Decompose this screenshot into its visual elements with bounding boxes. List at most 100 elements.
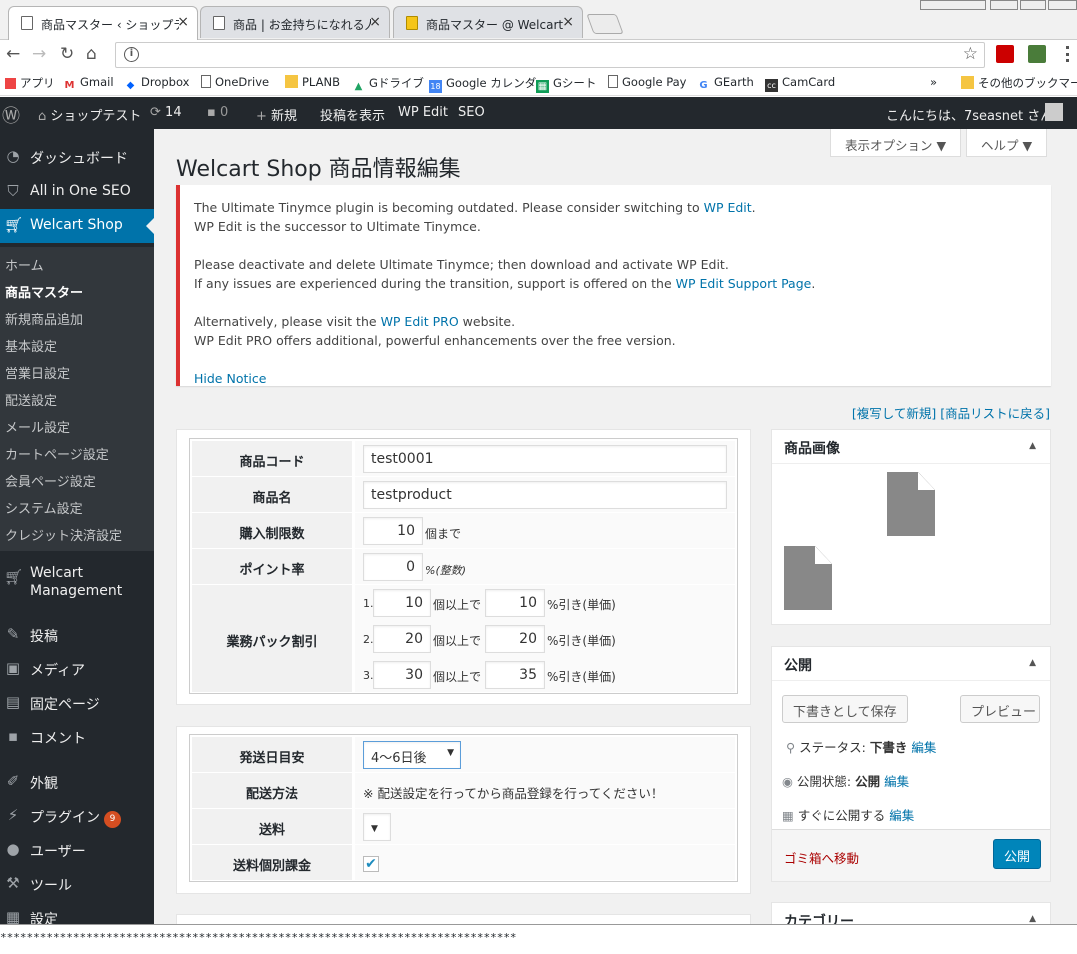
reload-icon[interactable]: ↻ <box>60 44 74 64</box>
bookmark-gpay[interactable]: Google Pay <box>608 75 686 89</box>
discount-qty-1[interactable]: 10 <box>373 589 431 617</box>
edit-schedule-link[interactable]: 編集 <box>889 808 914 823</box>
individual-fee-checkbox[interactable]: ✔ <box>363 856 379 872</box>
menu-pages[interactable]: ▤ 固定ページ <box>0 686 154 720</box>
back-icon[interactable]: ← <box>6 44 20 64</box>
submenu-system[interactable]: システム設定 <box>5 498 83 517</box>
toggle-arrow-icon[interactable]: ▲ <box>1029 658 1036 668</box>
bookmark-onedrive[interactable]: OneDrive <box>201 75 269 89</box>
menu-dashboard[interactable]: ◔ ダッシュボード <box>0 140 154 174</box>
adminbar-wpedit[interactable]: WP Edit <box>398 105 448 120</box>
bookmark-dropbox[interactable]: ◆ Dropbox <box>124 75 190 92</box>
bookmark-gearth[interactable]: G GEarth <box>697 75 753 92</box>
adminbar-updates[interactable]: ⟳ 14 <box>150 105 182 120</box>
discount-pct-2[interactable]: 20 <box>485 625 545 653</box>
adminbar-seo[interactable]: SEO <box>458 105 485 120</box>
publish-button[interactable]: 公開 <box>993 839 1042 869</box>
submenu-home[interactable]: ホーム <box>5 255 44 274</box>
discount-pct-1[interactable]: 10 <box>485 589 545 617</box>
tab-welcart[interactable]: 商品マスター @ Welcart オ × <box>393 6 583 38</box>
submenu-basic[interactable]: 基本設定 <box>5 336 57 355</box>
pdf-extension-icon[interactable] <box>996 45 1014 63</box>
submenu-business-days[interactable]: 営業日設定 <box>5 363 70 382</box>
trash-link[interactable]: ゴミ箱へ移動 <box>784 848 859 867</box>
wp-edit-link[interactable]: WP Edit <box>704 200 752 215</box>
bookmark-other[interactable]: その他のブックマーク <box>961 75 1077 91</box>
submenu-delivery[interactable]: 配送設定 <box>5 390 57 409</box>
bookmark-gmail[interactable]: M Gmail <box>63 75 114 92</box>
image-placeholder-icon[interactable] <box>784 546 832 610</box>
menu-icon[interactable] <box>1066 46 1069 62</box>
bookmark-planb[interactable]: PLANB <box>285 75 340 89</box>
edit-status-link[interactable]: 編集 <box>911 740 936 755</box>
bookmark-gcalendar[interactable]: 18 Google カレンダ <box>429 75 536 93</box>
discount-qty-3[interactable]: 30 <box>373 661 431 689</box>
adminbar-comments[interactable]: ▪ 0 <box>207 105 228 120</box>
menu-welcart-management[interactable]: 🛒︎ Welcart Management <box>0 561 154 601</box>
avatar[interactable] <box>1045 103 1063 121</box>
point-rate-input[interactable]: 0 <box>363 553 423 581</box>
bookmark-gdrive[interactable]: ▲ Gドライブ <box>352 75 424 93</box>
help-button[interactable]: ヘルプ ▼ <box>966 129 1048 157</box>
submenu-item-master[interactable]: 商品マスター <box>5 282 83 301</box>
menu-comments[interactable]: ▪ コメント <box>0 720 154 754</box>
copy-return-links[interactable]: [複写して新規] [商品リストに戻る] <box>852 403 1050 422</box>
star-icon[interactable]: ☆ <box>963 44 978 64</box>
minimize-button[interactable] <box>990 0 1018 10</box>
toggle-arrow-icon[interactable]: ▲ <box>1029 914 1036 924</box>
url-input[interactable]: i ☆ <box>115 42 985 68</box>
bookmark-camcard[interactable]: cc CamCard <box>765 75 835 92</box>
close-window-button[interactable] <box>1048 0 1077 10</box>
profile-button[interactable] <box>920 0 986 10</box>
menu-tools[interactable]: ⚒ ツール <box>0 867 154 901</box>
bookmark-gsheets[interactable]: ▦ Gシート <box>536 75 596 93</box>
new-tab-button[interactable] <box>586 14 624 34</box>
item-name-input[interactable]: testproduct <box>363 481 727 509</box>
screen-options-button[interactable]: 表示オプション ▼ <box>830 129 962 157</box>
submenu-mail[interactable]: メール設定 <box>5 417 70 436</box>
submenu-member-page[interactable]: 会員ページ設定 <box>5 471 96 490</box>
tab-item-master[interactable]: 商品マスター ‹ ショップテスト × <box>8 6 198 41</box>
bookmarks-overflow[interactable]: » <box>930 75 937 89</box>
close-icon[interactable]: × <box>562 14 574 30</box>
ship-fee-select[interactable]: ▼ <box>363 813 391 841</box>
adminbar-greeting[interactable]: こんにちは、7seasnet さん！ <box>886 105 1066 124</box>
wordpress-logo-icon[interactable]: Ⓦ <box>2 102 20 128</box>
wp-edit-support-link[interactable]: WP Edit Support Page <box>676 276 812 291</box>
submenu-credit[interactable]: クレジット決済設定 <box>5 525 122 544</box>
item-code-input[interactable]: test0001 <box>363 445 727 473</box>
edit-visibility-link[interactable]: 編集 <box>884 774 909 789</box>
home-icon[interactable]: ⌂ <box>86 44 97 64</box>
menu-welcart-shop[interactable]: 🛒︎ Welcart Shop <box>0 209 154 243</box>
menu-media[interactable]: ▣ メディア <box>0 652 154 686</box>
preview-button[interactable]: プレビュー <box>960 695 1040 723</box>
wp-edit-pro-link[interactable]: WP Edit PRO <box>381 314 459 329</box>
close-icon[interactable]: × <box>369 14 381 30</box>
scrollbar[interactable] <box>1062 129 1077 924</box>
image-extension-icon[interactable] <box>1028 45 1046 63</box>
forward-icon[interactable]: → <box>32 44 46 64</box>
maximize-button[interactable] <box>1020 0 1046 10</box>
save-draft-button[interactable]: 下書きとして保存 <box>782 695 908 723</box>
close-icon[interactable]: × <box>177 14 189 30</box>
info-icon[interactable]: i <box>124 47 139 62</box>
discount-pct-3[interactable]: 35 <box>485 661 545 689</box>
image-placeholder-icon[interactable] <box>887 472 935 536</box>
menu-appearance[interactable]: ✐ 外観 <box>0 765 154 799</box>
menu-plugins[interactable]: ⚡︎ プラグイン 9 <box>0 799 154 833</box>
hide-notice-link[interactable]: Hide Notice <box>194 371 266 386</box>
tab-product[interactable]: 商品 | お金持ちになれる人 × <box>200 6 390 38</box>
discount-qty-2[interactable]: 20 <box>373 625 431 653</box>
adminbar-site[interactable]: ⌂ ショップテスト <box>38 105 141 124</box>
purchase-limit-input[interactable]: 10 <box>363 517 423 545</box>
adminbar-new[interactable]: + 新規 <box>256 105 297 124</box>
submenu-cart-page[interactable]: カートページ設定 <box>5 444 109 463</box>
menu-posts[interactable]: ✎ 投稿 <box>0 618 154 652</box>
menu-users[interactable]: ● ユーザー <box>0 833 154 867</box>
bookmark-apps[interactable]: アプリ <box>5 75 55 91</box>
ship-date-select[interactable]: 4〜6日後 ▼ <box>363 741 461 769</box>
adminbar-view-post[interactable]: 投稿を表示 <box>320 105 385 124</box>
submenu-new-item[interactable]: 新規商品追加 <box>5 309 83 328</box>
menu-aioseo[interactable]: ⛉ All in One SEO <box>0 175 154 209</box>
toggle-arrow-icon[interactable]: ▲ <box>1029 441 1036 451</box>
